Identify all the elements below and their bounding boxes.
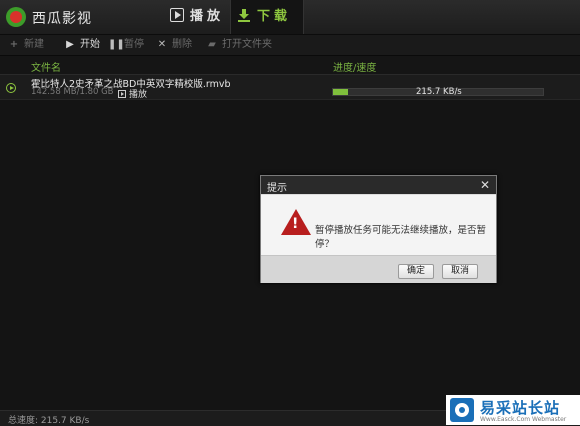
- pause-label: 暂停: [124, 39, 144, 50]
- play-icon: [170, 8, 184, 22]
- app-title: 西瓜影视: [32, 11, 92, 27]
- confirm-dialog: 提示 ✕ ! 暂停播放任务可能无法继续播放，是否暂停？ 确定 取消: [260, 175, 497, 283]
- cancel-button[interactable]: 取消: [442, 264, 478, 279]
- row-play-label: 播放: [129, 90, 148, 100]
- row-play-icon[interactable]: [6, 83, 16, 93]
- tab-play-label: 播放: [190, 9, 225, 24]
- watermark-title: 易采站长站: [480, 399, 561, 417]
- close-icon[interactable]: ✕: [480, 178, 490, 192]
- dialog-footer: 确定 取消: [261, 255, 496, 283]
- tab-download[interactable]: 下载: [230, 0, 304, 34]
- new-label: 新建: [24, 39, 44, 50]
- folder-icon: ▰: [208, 39, 216, 50]
- title-bar: 西瓜影视 播放 下载: [0, 0, 580, 35]
- delete-button[interactable]: ✕ 删除: [156, 37, 192, 53]
- column-progress[interactable]: 进度/速度: [333, 59, 376, 74]
- tab-download-label: 下载: [257, 9, 292, 24]
- pause-button[interactable]: ❚❚暂停: [108, 37, 144, 53]
- plus-icon: +: [9, 39, 19, 50]
- new-button[interactable]: + 新建: [8, 37, 44, 53]
- pause-icon: ❚❚: [108, 39, 125, 50]
- download-icon: [238, 9, 250, 22]
- total-speed: 总速度: 215.7 KB/s: [8, 416, 90, 426]
- dialog-message: 暂停播放任务可能无法继续播放，是否暂停？: [315, 225, 487, 250]
- start-button[interactable]: ▶ 开始: [64, 37, 100, 53]
- watermark-logo-icon: [450, 398, 474, 422]
- delete-label: 删除: [172, 39, 192, 50]
- column-name[interactable]: 文件名: [31, 59, 61, 74]
- dialog-body: ! 暂停播放任务可能无法继续播放，是否暂停？: [261, 195, 496, 255]
- watermark-subtitle: Www.Easck.Com Webmaster: [480, 416, 567, 423]
- warning-mark: !: [292, 216, 299, 232]
- dialog-title: 提示: [267, 183, 287, 194]
- start-label: 开始: [80, 39, 100, 50]
- delete-icon: ✕: [157, 39, 167, 50]
- app-logo-icon: [6, 7, 26, 27]
- row-play-button[interactable]: 播放: [118, 87, 147, 100]
- open-folder-label: 打开文件夹: [222, 39, 272, 50]
- ok-button[interactable]: 确定: [398, 264, 434, 279]
- start-icon: ▶: [66, 39, 74, 50]
- play-icon: [118, 90, 126, 98]
- dialog-title-bar: 提示 ✕: [261, 176, 496, 194]
- open-folder-button[interactable]: ▰ 打开文件夹: [206, 37, 272, 53]
- toolbar: + 新建 ▶ 开始 ❚❚暂停 ✕ 删除 ▰ 打开文件夹: [0, 35, 580, 56]
- column-header: 文件名 进度/速度: [0, 56, 580, 75]
- file-size: 142.58 MB/1.80 GB: [31, 87, 114, 97]
- progress-fill: [333, 89, 348, 95]
- download-speed: 215.7 KB/s: [416, 87, 462, 97]
- tab-play[interactable]: 播放: [164, 0, 228, 34]
- watermark: 易采站长站 Www.Easck.Com Webmaster: [446, 395, 580, 425]
